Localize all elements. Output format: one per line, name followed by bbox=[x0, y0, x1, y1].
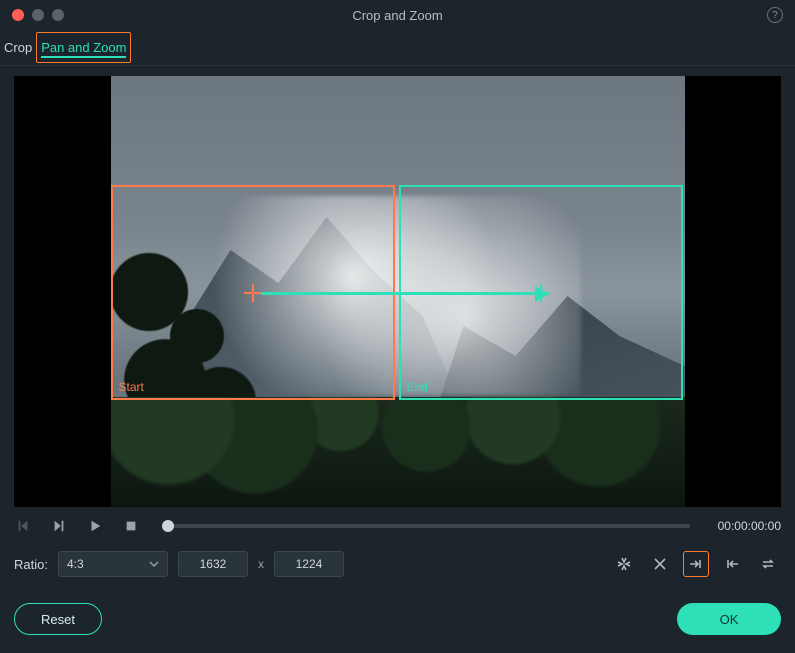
remove-zoom-button[interactable] bbox=[647, 551, 673, 577]
tab-crop[interactable]: Crop bbox=[0, 30, 36, 65]
window-title: Crop and Zoom bbox=[352, 8, 442, 23]
help-icon[interactable]: ? bbox=[767, 7, 783, 23]
end-frame-label: End bbox=[407, 380, 428, 394]
reset-button[interactable]: Reset bbox=[14, 603, 102, 635]
height-input[interactable] bbox=[274, 551, 344, 577]
chevron-down-icon bbox=[149, 559, 159, 569]
tab-pan-and-zoom[interactable]: Pan and Zoom bbox=[36, 32, 131, 63]
timecode: 00:00:00:00 bbox=[718, 519, 781, 533]
end-frame-handle-tl[interactable] bbox=[399, 185, 413, 199]
width-input[interactable] bbox=[178, 551, 248, 577]
end-frame-handle-br[interactable] bbox=[669, 386, 683, 400]
end-frame-handle-tr[interactable] bbox=[669, 185, 683, 199]
ratio-label: Ratio: bbox=[14, 557, 48, 572]
start-frame-handle-tr[interactable] bbox=[381, 185, 395, 199]
pan-direction-arrow bbox=[261, 292, 539, 295]
window-close-button[interactable] bbox=[12, 9, 24, 21]
ratio-select-value: 4:3 bbox=[67, 557, 84, 571]
stop-button[interactable] bbox=[122, 517, 140, 535]
swap-frames-button[interactable] bbox=[755, 551, 781, 577]
start-frame-label: Start bbox=[119, 380, 144, 394]
playback-slider[interactable] bbox=[168, 524, 690, 528]
preview-forest bbox=[111, 397, 685, 507]
video-canvas[interactable]: Start End bbox=[111, 76, 685, 507]
playback-slider-thumb[interactable] bbox=[162, 520, 174, 532]
end-frame-center-icon bbox=[532, 284, 550, 302]
zoom-fit-button[interactable] bbox=[611, 551, 637, 577]
dimension-separator: x bbox=[258, 557, 264, 571]
step-forward-button[interactable] bbox=[50, 517, 68, 535]
preview-frame: Start End bbox=[14, 76, 781, 507]
zoom-in-right-button[interactable] bbox=[683, 551, 709, 577]
zoom-in-left-button[interactable] bbox=[719, 551, 745, 577]
start-frame-handle-br[interactable] bbox=[381, 386, 395, 400]
play-button[interactable] bbox=[86, 517, 104, 535]
step-back-button[interactable] bbox=[14, 517, 32, 535]
start-frame-handle-tl[interactable] bbox=[111, 185, 125, 199]
ratio-select[interactable]: 4:3 bbox=[58, 551, 168, 577]
window-maximize-button[interactable] bbox=[52, 9, 64, 21]
window-minimize-button[interactable] bbox=[32, 9, 44, 21]
start-frame-center-icon bbox=[244, 284, 262, 302]
ok-button[interactable]: OK bbox=[677, 603, 781, 635]
